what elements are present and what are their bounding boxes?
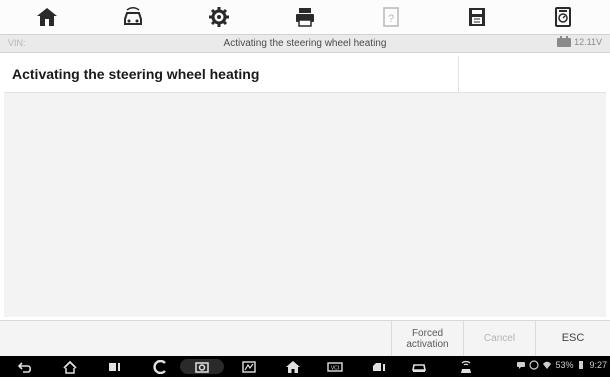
save-button[interactable] [457, 2, 497, 32]
voltage-value: 12.11V [574, 37, 602, 47]
back-button[interactable] [14, 359, 36, 374]
cancel-button[interactable]: Cancel [463, 321, 535, 356]
test-row: Activating the steering wheel heating [4, 56, 606, 93]
camera-button[interactable] [180, 359, 224, 374]
vehicle-menu-icon [373, 362, 385, 371]
main-content: Activating the steering wheel heating [4, 56, 606, 317]
forced-activation-line2: activation [406, 338, 449, 350]
wifi-icon [543, 361, 552, 369]
title-bar: VIN: Activating the steering wheel heati… [0, 34, 610, 53]
chat-icon [517, 362, 526, 369]
browser-icon [153, 359, 166, 374]
android-icon [529, 360, 540, 370]
vci-icon [242, 360, 256, 373]
home-icon [37, 8, 57, 26]
vci-manager-icon: VCI [327, 361, 343, 372]
browser-button[interactable] [150, 359, 172, 374]
print-icon [296, 8, 314, 27]
forced-activation-line1: Forced [411, 327, 444, 339]
battery-icon [579, 361, 584, 369]
help-button[interactable]: ? [371, 2, 411, 32]
test-row-value [459, 56, 606, 92]
page-title: Activating the steering wheel heating [223, 38, 387, 49]
camera-icon [195, 361, 209, 373]
wifi-car-icon [461, 360, 471, 373]
home-button[interactable] [27, 2, 67, 32]
vehicle-swap-icon [124, 7, 142, 25]
vci-manager-button[interactable]: VCI [322, 359, 348, 374]
vehicle-swap-button[interactable] [113, 2, 153, 32]
recent-apps-button[interactable] [104, 359, 126, 374]
car-icon [412, 363, 426, 372]
svg-text:?: ? [388, 13, 394, 25]
android-home-button[interactable] [59, 359, 81, 374]
system-nav-bar: VCI 53% 9:27 [0, 356, 610, 377]
back-icon [17, 361, 32, 373]
forced-activation-button[interactable]: Forced activation [391, 321, 463, 356]
vci-button[interactable] [238, 359, 260, 374]
home-icon [63, 360, 77, 374]
settings-button[interactable] [199, 2, 239, 32]
car-battery-icon [557, 35, 572, 47]
function-bar: Forced activation Cancel ESC [0, 320, 610, 356]
car-button[interactable] [408, 359, 430, 374]
top-toolbar: ? [0, 0, 610, 34]
vehicle-menu-button[interactable] [368, 359, 390, 374]
gear-icon [209, 7, 229, 27]
help-icon: ? [383, 7, 399, 27]
save-icon [469, 8, 485, 26]
maxisys-home-button[interactable] [282, 359, 304, 374]
clock: 9:27 [589, 360, 607, 370]
battery-voltage: 12.11V [557, 35, 602, 47]
battery-percent: 53% [555, 360, 574, 370]
test-row-title: Activating the steering wheel heating [4, 56, 459, 92]
data-logging-icon [555, 7, 571, 27]
maxisys-home-icon [286, 360, 300, 373]
esc-button[interactable]: ESC [535, 321, 610, 356]
svg-text:VCI: VCI [331, 365, 339, 371]
status-icons: 53% 9:27 [516, 360, 607, 370]
remote-expert-button[interactable] [455, 359, 477, 374]
recent-apps-icon [109, 362, 120, 371]
data-logging-button[interactable] [543, 2, 583, 32]
print-button[interactable] [285, 2, 325, 32]
